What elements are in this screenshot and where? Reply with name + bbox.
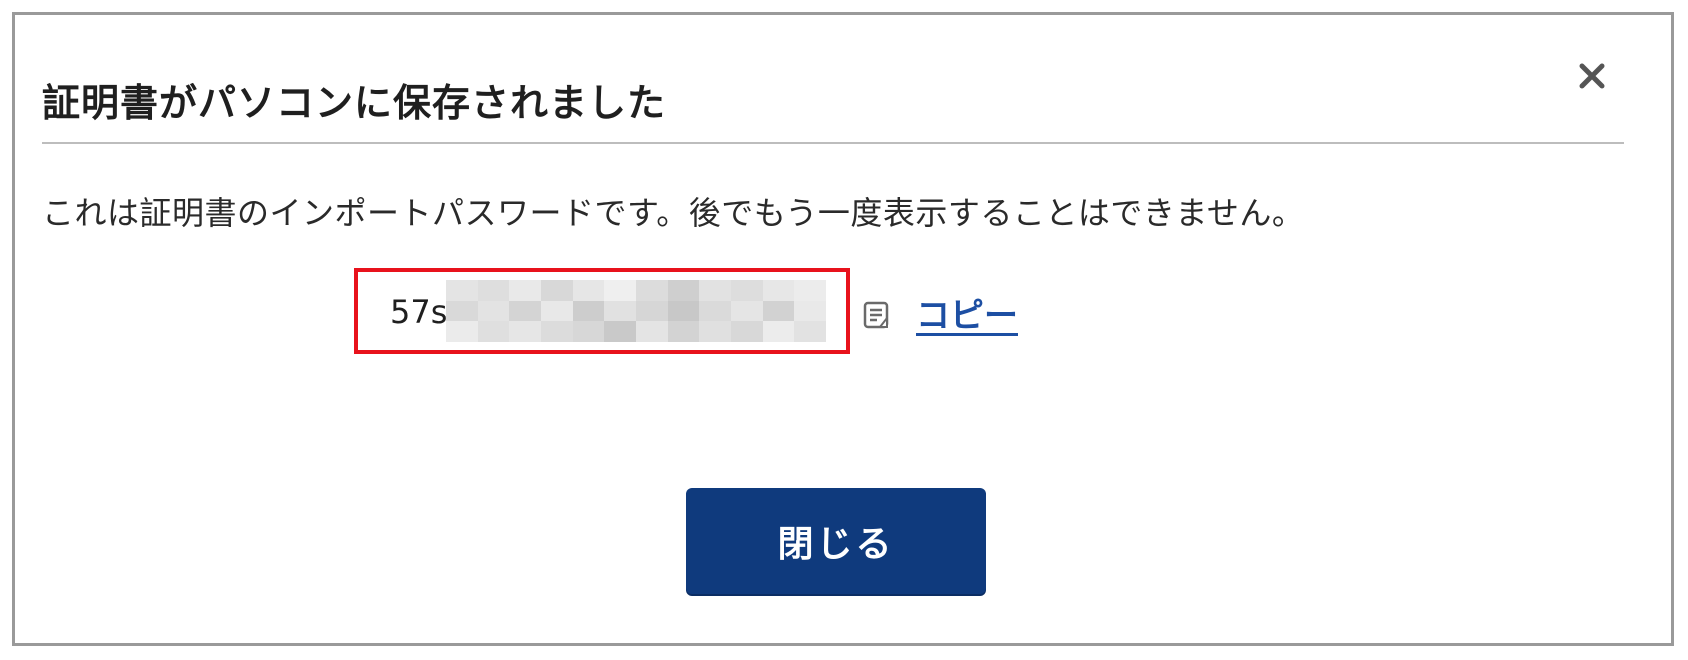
- dialog-title: 証明書がパソコンに保存されました: [42, 81, 667, 125]
- password-prefix: 57s: [390, 293, 448, 331]
- copy-icon[interactable]: [862, 298, 894, 332]
- dialog-message: これは証明書のインポートパスワードです。後でもう一度表示することはできません。: [42, 194, 1305, 232]
- copy-link[interactable]: コピー: [916, 288, 1018, 337]
- password-field: 57s: [354, 268, 850, 354]
- password-obscured-mosaic: [446, 280, 826, 342]
- dialog-header: 証明書がパソコンに保存されました: [42, 58, 666, 148]
- close-icon[interactable]: [1574, 58, 1610, 94]
- close-button[interactable]: 閉じる: [686, 488, 986, 594]
- header-divider: [42, 142, 1624, 144]
